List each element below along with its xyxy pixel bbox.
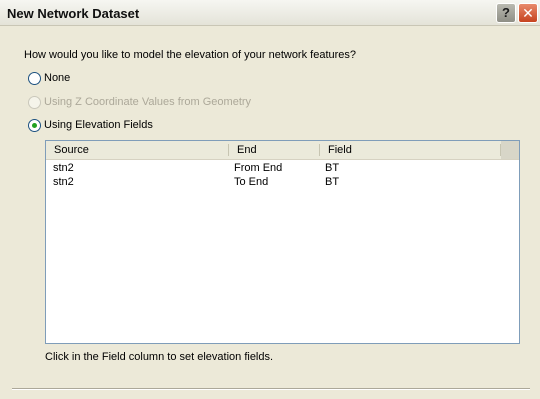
radio-none-circle[interactable] <box>28 72 41 85</box>
table-row[interactable]: stn2 To End BT <box>46 176 519 189</box>
column-header-field[interactable]: Field <box>320 141 500 159</box>
radio-z-coordinate-label: Using Z Coordinate Values from Geometry <box>44 96 252 108</box>
cell-end: From End <box>234 162 283 174</box>
title-bar[interactable]: New Network Dataset ? ✕ <box>0 0 540 26</box>
cell-source: stn2 <box>53 162 74 174</box>
column-header-source[interactable]: Source <box>46 141 228 159</box>
column-header-end[interactable]: End <box>229 141 319 159</box>
radio-none-label[interactable]: None <box>44 72 70 84</box>
elevation-fields-list[interactable]: Source End Field stn2 From End BT stn2 T… <box>45 140 520 344</box>
cell-source: stn2 <box>53 176 74 188</box>
radio-z-coordinate-circle <box>28 96 41 109</box>
cell-end: To End <box>234 176 269 188</box>
list-header: Source End Field <box>46 141 519 160</box>
table-row[interactable]: stn2 From End BT <box>46 162 519 175</box>
radio-selected-dot <box>32 123 37 128</box>
column-header-filler <box>501 141 519 159</box>
cell-field[interactable]: BT <box>325 162 339 174</box>
close-icon: ✕ <box>522 5 534 21</box>
separator-line <box>12 388 530 390</box>
help-button[interactable]: ? <box>496 3 516 23</box>
hint-text: Click in the Field column to set elevati… <box>45 351 274 363</box>
dialog-title: New Network Dataset <box>7 6 140 21</box>
close-button[interactable]: ✕ <box>518 3 538 23</box>
new-network-dataset-dialog: New Network Dataset ? ✕ How would you li… <box>0 0 540 399</box>
help-icon: ? <box>502 5 510 20</box>
radio-elevation-fields-circle[interactable] <box>28 119 41 132</box>
radio-elevation-fields-label[interactable]: Using Elevation Fields <box>44 119 153 131</box>
elevation-question: How would you like to model the elevatio… <box>24 49 357 61</box>
cell-field[interactable]: BT <box>325 176 339 188</box>
